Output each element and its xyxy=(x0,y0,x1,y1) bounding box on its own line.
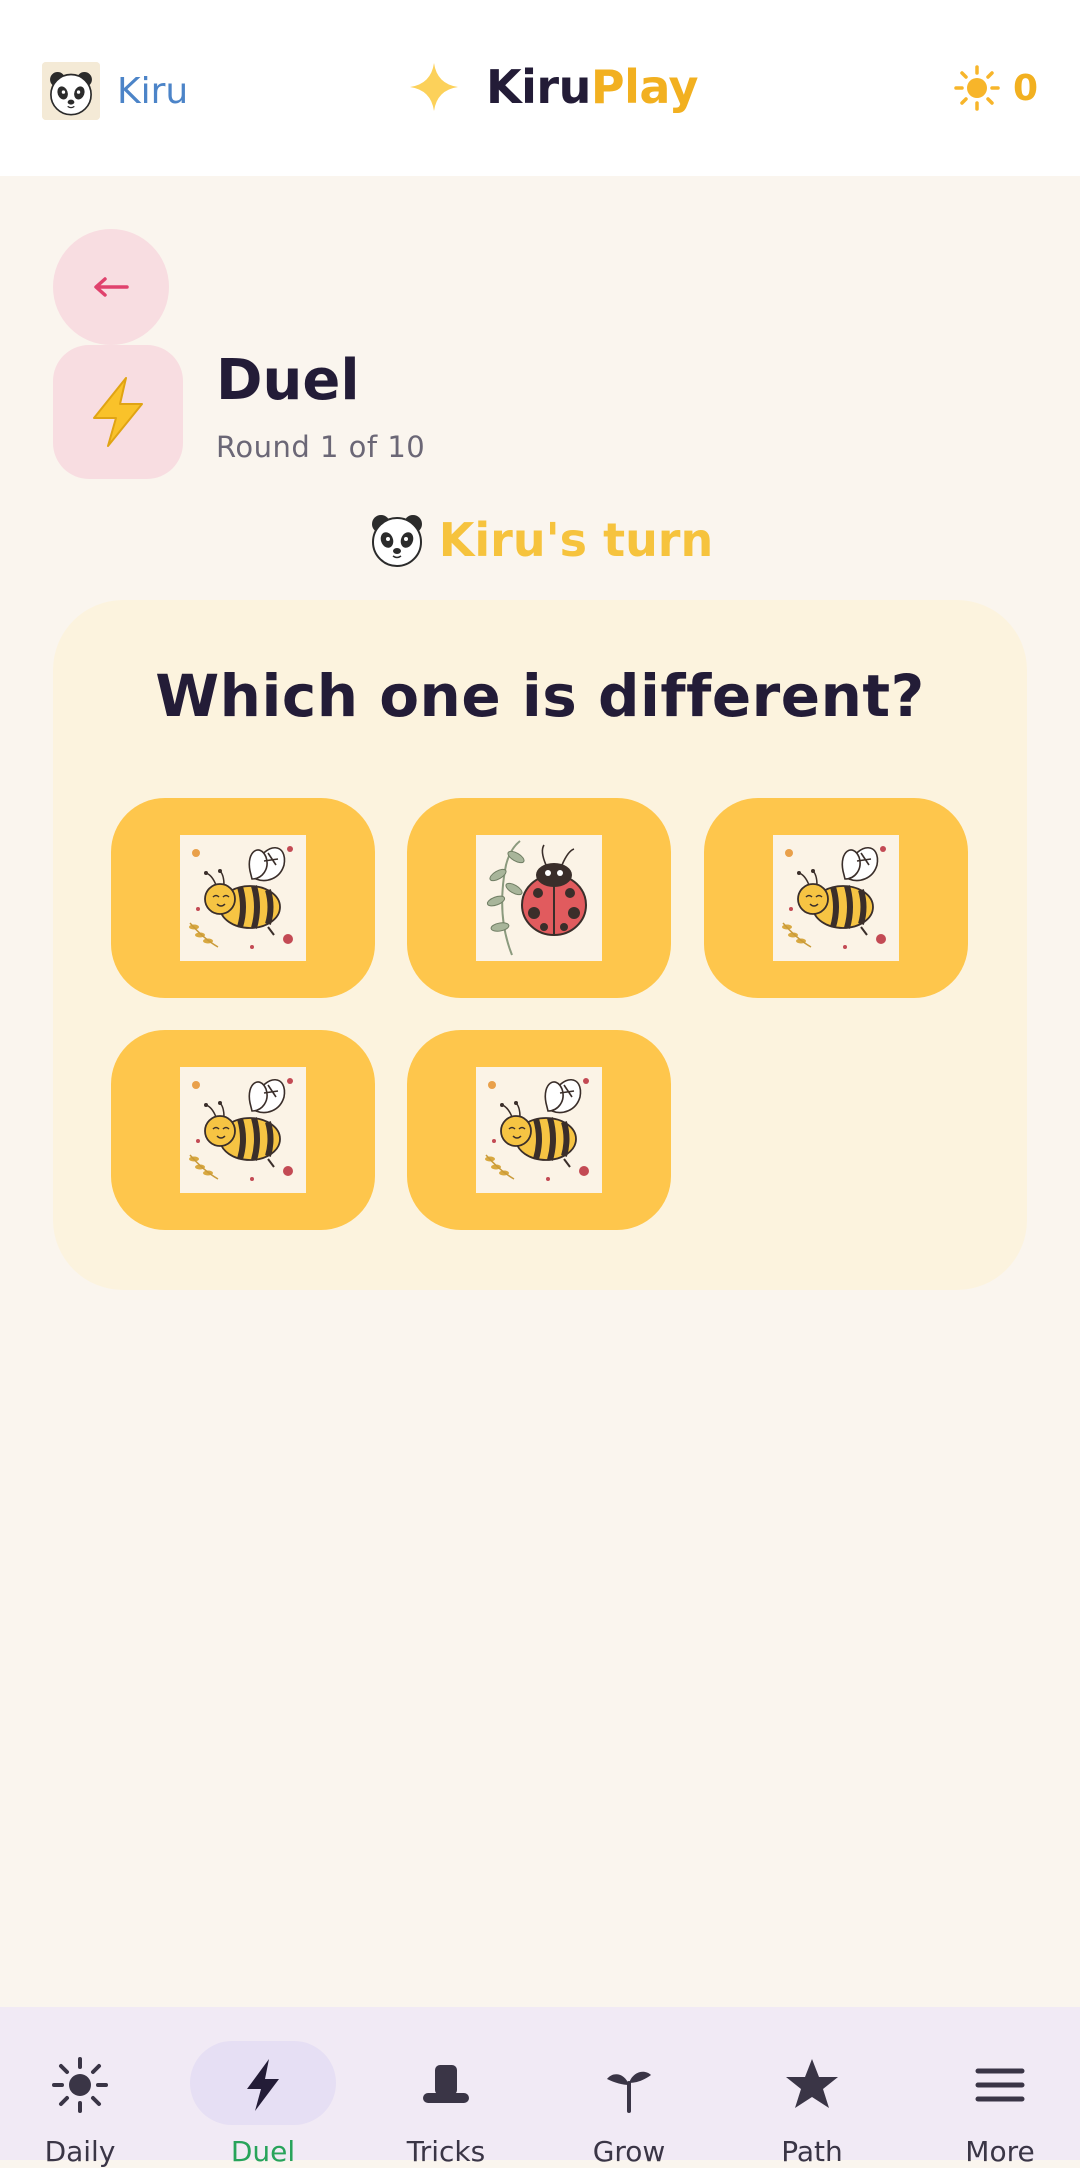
nav-item-more[interactable]: More xyxy=(925,2007,1075,2168)
bee-image xyxy=(180,1067,306,1193)
menu-icon xyxy=(975,2068,1025,2102)
bee-image xyxy=(773,835,899,961)
answer-option-2[interactable] xyxy=(407,798,671,998)
turn-indicator: Kiru's turn xyxy=(0,510,1080,570)
top-bar: Kiru KiruPlay 0 xyxy=(0,0,1080,176)
bottom-nav: Daily Duel Tricks Grow Path More xyxy=(0,2007,1080,2168)
nav-label-duel: Duel xyxy=(230,2135,296,2168)
question-prompt: Which one is different? xyxy=(155,662,925,730)
sprout-icon xyxy=(607,2071,651,2113)
star-icon xyxy=(786,2059,838,2108)
panda-icon xyxy=(367,510,427,570)
sparkle-icon xyxy=(410,63,458,111)
sun-icon xyxy=(954,65,1000,111)
sun-count-value: 0 xyxy=(1012,67,1038,109)
duel-mode-icon xyxy=(53,345,183,479)
page-title: Duel xyxy=(216,348,360,413)
nav-label-path: Path xyxy=(781,2135,843,2168)
nav-label-grow: Grow xyxy=(592,2135,666,2168)
nav-item-duel[interactable]: Duel xyxy=(188,2007,338,2168)
question-card: Which one is different? xyxy=(53,600,1027,1290)
nav-item-grow[interactable]: Grow xyxy=(554,2007,704,2168)
answer-option-5[interactable] xyxy=(407,1030,671,1230)
arrow-left-icon xyxy=(94,277,129,297)
answer-option-3[interactable] xyxy=(704,798,968,998)
sun-icon xyxy=(52,2057,108,2113)
nav-item-path[interactable]: Path xyxy=(737,2007,887,2168)
profile-name[interactable]: Kiru xyxy=(117,71,188,112)
nav-item-tricks[interactable]: Tricks xyxy=(371,2007,521,2168)
app-logo: KiruPlay xyxy=(408,60,698,114)
bee-image xyxy=(476,1067,602,1193)
nav-label-tricks: Tricks xyxy=(406,2135,486,2168)
back-button[interactable] xyxy=(53,229,169,345)
profile[interactable]: Kiru xyxy=(42,62,188,120)
bee-image xyxy=(180,835,306,961)
nav-label-more: More xyxy=(965,2135,1035,2168)
brand-name: KiruPlay xyxy=(486,60,698,114)
nav-label-daily: Daily xyxy=(44,2135,116,2168)
lightning-icon xyxy=(93,377,143,447)
ladybug-image xyxy=(476,835,602,961)
round-indicator: Round 1 of 10 xyxy=(216,430,426,464)
avatar[interactable] xyxy=(42,62,100,120)
answer-option-4[interactable] xyxy=(111,1030,375,1230)
nav-item-daily[interactable]: Daily xyxy=(5,2007,155,2168)
hat-icon xyxy=(423,2065,469,2103)
sun-points[interactable]: 0 xyxy=(953,64,1038,112)
turn-text: Kiru's turn xyxy=(438,513,714,567)
lightning-icon xyxy=(247,2059,279,2111)
answer-option-1[interactable] xyxy=(111,798,375,998)
